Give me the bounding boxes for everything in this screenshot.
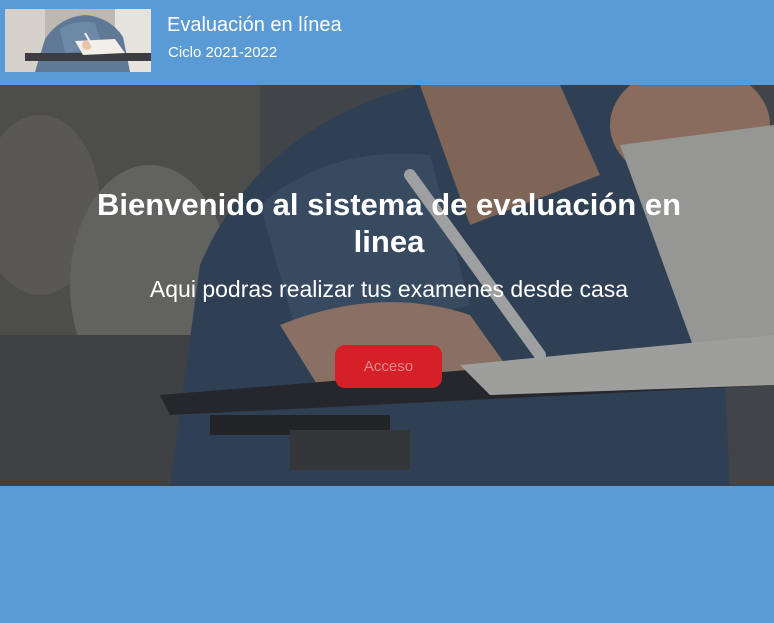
welcome-subtitle: Aqui podras realizar tus examenes desde … <box>149 276 629 302</box>
access-button[interactable]: Acceso <box>335 345 442 388</box>
welcome-heading: Bienvenido al sistema de evaluación en l… <box>96 187 682 259</box>
logo-image <box>5 9 151 72</box>
app-subtitle: Ciclo 2021-2022 <box>168 44 278 61</box>
hero-banner: Bienvenido al sistema de evaluación en l… <box>0 85 774 486</box>
top-header: Evaluación en línea Ciclo 2021-2022 <box>0 0 774 85</box>
app-title: Evaluación en línea <box>167 14 342 36</box>
